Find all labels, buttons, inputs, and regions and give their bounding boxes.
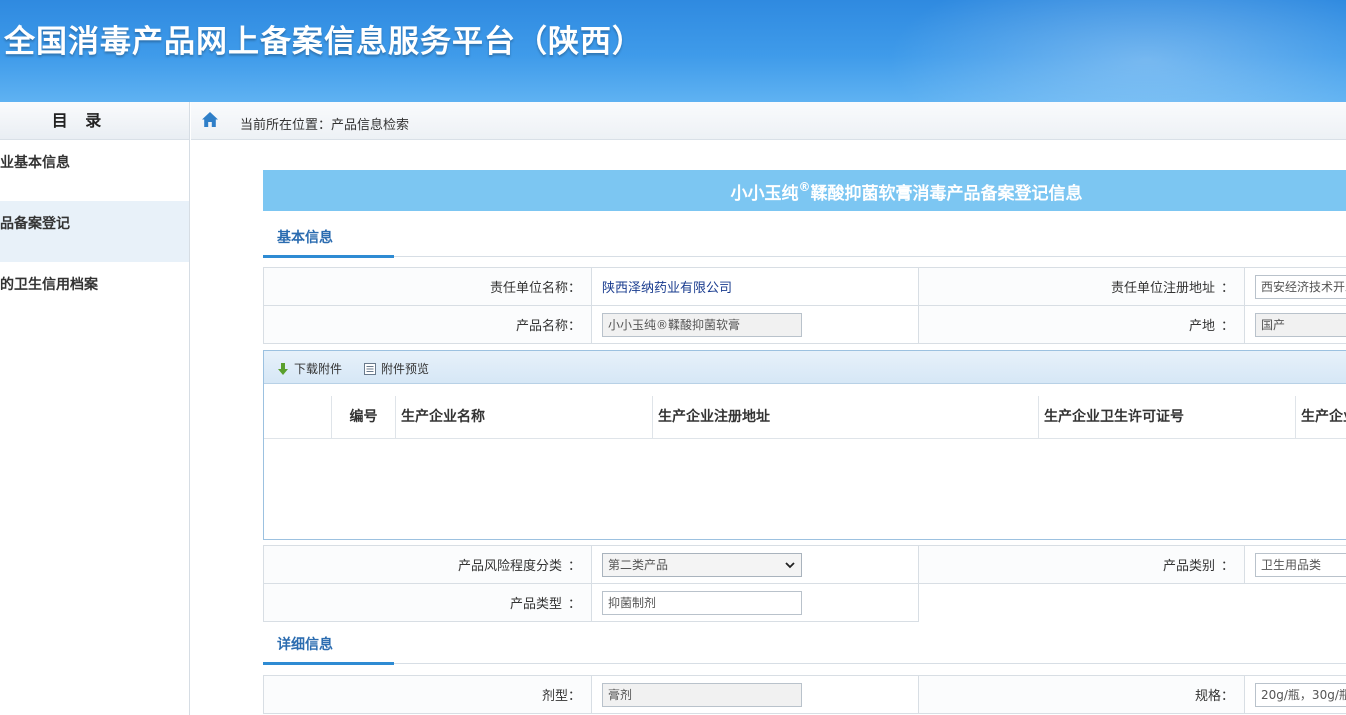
specification-cell: 20g/瓶，30g/瓶 bbox=[1244, 675, 1346, 714]
section-detail-info: 详细信息 bbox=[263, 619, 1346, 665]
product-name-label: 产品名称： bbox=[263, 305, 592, 344]
product-category-cell: 卫生用品类 bbox=[1244, 545, 1346, 584]
grid-header-manufacturer-address[interactable]: 生产企业注册地址 bbox=[652, 396, 1038, 439]
manufacturer-grid: 下载附件 附件预览 编号 生产企业名称 生产企业注册地址 生产企业卫生许可证号 … bbox=[263, 350, 1346, 540]
basic-info-table: 责任单位名称： 陕西泽纳药业有限公司 责任单位注册地址： 西安经济技术开发区 产… bbox=[263, 267, 1346, 344]
banner-title-registered-mark: ® bbox=[798, 180, 811, 194]
record-title-banner: 小小玉纯®鞣酸抑菌软膏消毒产品备案登记信息 bbox=[263, 170, 1346, 211]
risk-class-label: 产品风险程度分类： bbox=[263, 545, 592, 584]
grid-header-row: 编号 生产企业名称 生产企业注册地址 生产企业卫生许可证号 生产企业 bbox=[264, 396, 1346, 439]
table-row: 剂型： 膏剂 规格： 20g/瓶，30g/瓶 bbox=[263, 675, 1346, 714]
document-icon bbox=[364, 362, 376, 375]
classification-table: 产品风险程度分类： 第二类产品 产品类别： 卫生用品类 产品类型： 抑菌制剂 bbox=[263, 545, 1346, 622]
grid-toolbar: 下载附件 附件预览 bbox=[264, 351, 1346, 384]
company-name-label: 责任单位名称： bbox=[263, 267, 592, 306]
risk-class-select[interactable]: 第二类产品 bbox=[602, 552, 802, 577]
risk-class-cell: 第二类产品 bbox=[591, 545, 919, 584]
product-category-label-text: 产品类别 bbox=[1162, 559, 1215, 574]
grid-header-manufacturer-name[interactable]: 生产企业名称 bbox=[395, 396, 652, 439]
preview-attachment-button[interactable]: 附件预览 bbox=[363, 360, 429, 377]
breadcrumb-text: 当前所在位置：产品信息检索 bbox=[240, 118, 410, 133]
company-address-label-text: 责任单位注册地址 bbox=[1110, 281, 1215, 296]
sidebar-item-credit-archive[interactable]: 的卫生信用档案 bbox=[0, 262, 189, 323]
home-icon[interactable] bbox=[201, 111, 219, 129]
sidebar-title: 目 录 bbox=[0, 102, 189, 140]
grid-header-checkbox-col bbox=[264, 396, 331, 439]
chevron-down-icon bbox=[785, 561, 795, 568]
table-row: 责任单位名称： 陕西泽纳药业有限公司 责任单位注册地址： 西安经济技术开发区 bbox=[263, 267, 1346, 306]
sidebar-item-product-registration[interactable]: 品备案登记 bbox=[0, 201, 189, 262]
empty-cell bbox=[918, 583, 1245, 622]
dosage-form-cell: 膏剂 bbox=[591, 675, 919, 714]
product-type-cell: 抑菌制剂 bbox=[591, 583, 919, 622]
grid-header-license-number[interactable]: 生产企业卫生许可证号 bbox=[1038, 396, 1295, 439]
breadcrumb: 当前所在位置：产品信息检索 bbox=[191, 102, 1346, 140]
product-type-field[interactable]: 抑菌制剂 bbox=[602, 590, 802, 615]
company-address-cell: 西安经济技术开发区 bbox=[1244, 267, 1346, 306]
site-title: 全国消毒产品网上备案信息服务平台（陕西） bbox=[4, 24, 644, 60]
product-category-label: 产品类别： bbox=[918, 545, 1245, 584]
specification-label: 规格： bbox=[918, 675, 1245, 714]
grid-header-manufacturer-more[interactable]: 生产企业 bbox=[1295, 396, 1346, 439]
product-category-field[interactable]: 卫生用品类 bbox=[1255, 552, 1346, 577]
product-type-label: 产品类型： bbox=[263, 583, 592, 622]
company-address-field[interactable]: 西安经济技术开发区 bbox=[1255, 274, 1346, 299]
dosage-form-label: 剂型： bbox=[263, 675, 592, 714]
specification-field[interactable]: 20g/瓶，30g/瓶 bbox=[1255, 682, 1346, 707]
section-title-detail: 详细信息 bbox=[263, 633, 394, 665]
product-type-label-text: 产品类型 bbox=[509, 597, 562, 612]
origin-label: 产地： bbox=[918, 305, 1245, 344]
sidebar: 目 录 业基本信息 品备案登记 的卫生信用档案 bbox=[0, 102, 190, 715]
product-name-field[interactable]: 小小玉纯®鞣酸抑菌软膏 bbox=[602, 312, 802, 337]
download-attachment-label: 下载附件 bbox=[294, 362, 343, 376]
site-header: 全国消毒产品网上备案信息服务平台（陕西） bbox=[0, 0, 1346, 102]
preview-attachment-label: 附件预览 bbox=[381, 362, 430, 376]
table-row: 产品名称： 小小玉纯®鞣酸抑菌软膏 产地： 国产 bbox=[263, 305, 1346, 344]
download-icon bbox=[278, 362, 288, 375]
sidebar-item-company-info[interactable]: 业基本信息 bbox=[0, 140, 189, 201]
grid-header-number[interactable]: 编号 bbox=[331, 396, 395, 439]
risk-class-value: 第二类产品 bbox=[608, 557, 669, 572]
company-name-value: 陕西泽纳药业有限公司 bbox=[591, 267, 919, 306]
table-row: 产品风险程度分类： 第二类产品 产品类别： 卫生用品类 bbox=[263, 545, 1346, 584]
risk-class-label-text: 产品风险程度分类 bbox=[457, 559, 562, 574]
company-address-label: 责任单位注册地址： bbox=[918, 267, 1245, 306]
banner-title-suffix: 鞣酸抑菌软膏消毒产品备案登记信息 bbox=[810, 184, 1083, 204]
table-row: 产品类型： 抑菌制剂 bbox=[263, 583, 1346, 622]
empty-cell bbox=[1244, 583, 1346, 622]
dosage-form-field[interactable]: 膏剂 bbox=[602, 682, 802, 707]
banner-title-prefix: 小小玉纯 bbox=[730, 184, 799, 204]
section-basic-info: 基本信息 bbox=[263, 212, 1346, 258]
product-name-cell: 小小玉纯®鞣酸抑菌软膏 bbox=[591, 305, 919, 344]
origin-cell: 国产 bbox=[1244, 305, 1346, 344]
section-title-basic: 基本信息 bbox=[263, 226, 394, 258]
origin-label-text: 产地 bbox=[1188, 319, 1215, 334]
detail-info-table: 剂型： 膏剂 规格： 20g/瓶，30g/瓶 bbox=[263, 675, 1346, 714]
download-attachment-button[interactable]: 下载附件 bbox=[276, 360, 342, 377]
origin-field[interactable]: 国产 bbox=[1255, 312, 1346, 337]
